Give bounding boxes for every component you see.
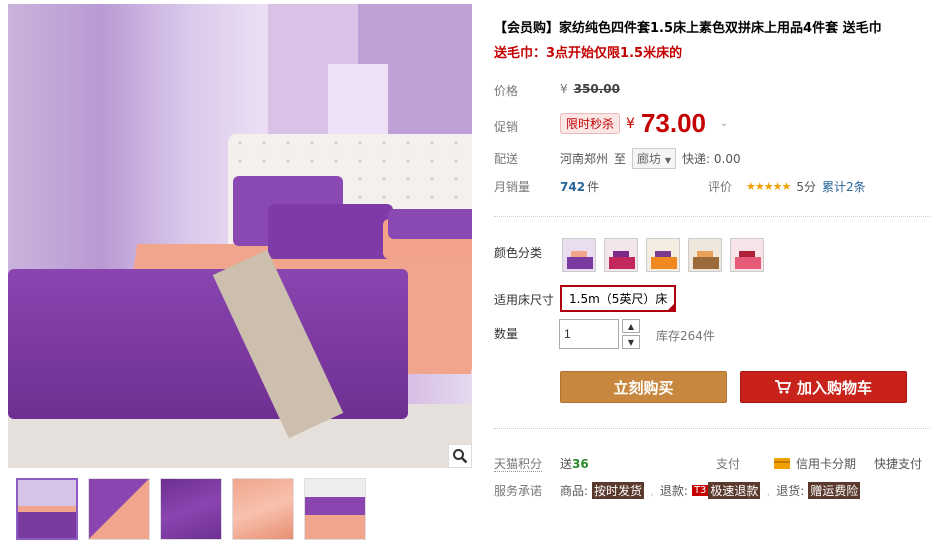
monthly-sales: 742 件 xyxy=(560,178,599,195)
thumbnail[interactable] xyxy=(16,478,78,540)
promo-price: 限时秒杀 ¥ 73.00 ⌄ xyxy=(560,108,728,139)
service-commitments: 商品: 按时发货 , 退款: T3 极速退款 , 退货: 赠运费险 xyxy=(560,482,861,499)
main-product-image xyxy=(8,4,472,468)
thumbnail[interactable] xyxy=(232,478,294,540)
size-option-selected[interactable]: 1.5m（5英尺）床 xyxy=(560,285,677,312)
rating-score: 5分 xyxy=(796,180,816,194)
original-price: ¥ 350.00 xyxy=(560,82,620,96)
sales-label: 月销量 xyxy=(494,180,531,194)
sales-count: 742 xyxy=(560,179,586,194)
return-tag[interactable]: 赠运费险 xyxy=(808,482,861,499)
add-to-cart-button[interactable]: 加入购物车 xyxy=(740,371,907,403)
refund-label: 退款: xyxy=(659,484,688,498)
refund-badge: T3 xyxy=(691,485,709,496)
payment-label: 支付 xyxy=(716,457,741,471)
color-label: 颜色分类 xyxy=(494,246,543,260)
points-prefix: 送 xyxy=(560,457,573,471)
currency-symbol: ¥ xyxy=(626,115,635,132)
pillow xyxy=(388,209,472,239)
chevron-down-icon[interactable]: ⌄ xyxy=(720,118,728,129)
color-options xyxy=(562,238,764,272)
star-rating-icon: ★★★★★ xyxy=(746,180,791,193)
destination-select[interactable]: 廊坊 ▼ xyxy=(632,148,677,169)
points-value: 36 xyxy=(572,456,589,471)
points-info: 送 36 xyxy=(560,455,589,472)
rating-label: 评价 xyxy=(708,180,733,194)
cart-icon xyxy=(774,380,791,394)
goods-label: 商品: xyxy=(560,484,589,498)
selected-check-icon xyxy=(666,302,677,312)
promo-tag: 限时秒杀 xyxy=(560,113,621,134)
size-option-label: 1.5m（5英尺）床 xyxy=(569,292,668,306)
separator: , xyxy=(766,483,771,498)
color-option-pink[interactable] xyxy=(730,238,764,272)
pillow xyxy=(268,204,393,259)
buy-now-label: 立刻购买 xyxy=(613,378,674,397)
thumbnail[interactable] xyxy=(88,478,150,540)
thumbnail[interactable] xyxy=(160,478,222,540)
product-subtitle: 送毛巾：3点开始仅限1.5米床的 xyxy=(494,46,683,61)
express-fee: 快递: 0.00 xyxy=(682,152,741,166)
shipping-label: 配送 xyxy=(494,152,519,166)
ship-from: 河南郑州 xyxy=(560,152,609,166)
buy-now-button[interactable]: 立刻购买 xyxy=(560,371,727,403)
credit-card-icon xyxy=(774,458,790,469)
sales-unit: 件 xyxy=(587,180,600,194)
destination-value: 廊坊 xyxy=(637,152,662,166)
service-label: 服务承诺 xyxy=(494,484,543,498)
zoom-button[interactable] xyxy=(448,444,472,468)
refund-tag[interactable]: 极速退款 xyxy=(708,482,761,499)
rating: 评价 ★★★★★ 5分 累计2条 xyxy=(708,178,866,195)
color-option-brown[interactable] xyxy=(688,238,722,272)
quantity-increase-button[interactable]: ▲ xyxy=(622,319,640,333)
ship-to-word: 至 xyxy=(614,152,627,166)
currency-symbol: ¥ xyxy=(560,82,568,96)
separator: , xyxy=(650,483,654,498)
quantity-input[interactable] xyxy=(559,319,619,349)
magnifier-icon xyxy=(453,449,468,464)
duvet xyxy=(8,269,408,419)
chevron-down-icon: ▼ xyxy=(664,156,672,165)
quantity-label: 数量 xyxy=(494,327,519,341)
original-price-value: 350.00 xyxy=(573,82,620,96)
promo-price-value: 73.00 xyxy=(640,108,707,138)
thumbnail-strip xyxy=(16,478,366,540)
points-label-text: 天猫积分 xyxy=(494,457,543,472)
color-option-orange[interactable] xyxy=(646,238,680,272)
product-title: 【会员购】家纺纯色四件套1.5床上素色双拼床上用品4件套 送毛巾 xyxy=(494,21,882,36)
shipping-info: 河南郑州 至 廊坊 ▼ 快递: 0.00 xyxy=(560,148,741,169)
review-count-link[interactable]: 累计2条 xyxy=(822,178,866,195)
installment[interactable]: 信用卡分期 xyxy=(774,455,856,472)
quick-pay-label: 快捷支付 xyxy=(874,457,923,471)
points-label: 天猫积分 xyxy=(494,455,543,472)
thumbnail[interactable] xyxy=(304,478,366,540)
size-label: 适用床尺寸 xyxy=(494,293,555,307)
stock-info: 库存264件 xyxy=(656,327,715,344)
installment-label: 信用卡分期 xyxy=(796,457,857,471)
quick-pay[interactable]: 快捷支付 xyxy=(874,455,922,472)
stock-count: 库存264件 xyxy=(656,329,715,343)
color-option-purple[interactable] xyxy=(562,238,596,272)
payment-info: 支付 xyxy=(716,455,740,472)
return-label: 退货: xyxy=(776,484,805,498)
quantity-decrease-button[interactable]: ▼ xyxy=(622,335,640,349)
wall-panel xyxy=(328,64,388,134)
add-to-cart-label: 加入购物车 xyxy=(796,378,872,397)
promo-label: 促销 xyxy=(494,120,519,134)
price-label: 价格 xyxy=(494,84,519,98)
divider xyxy=(494,216,930,217)
goods-tag[interactable]: 按时发货 xyxy=(592,482,645,499)
color-option-red[interactable] xyxy=(604,238,638,272)
divider xyxy=(494,428,930,429)
